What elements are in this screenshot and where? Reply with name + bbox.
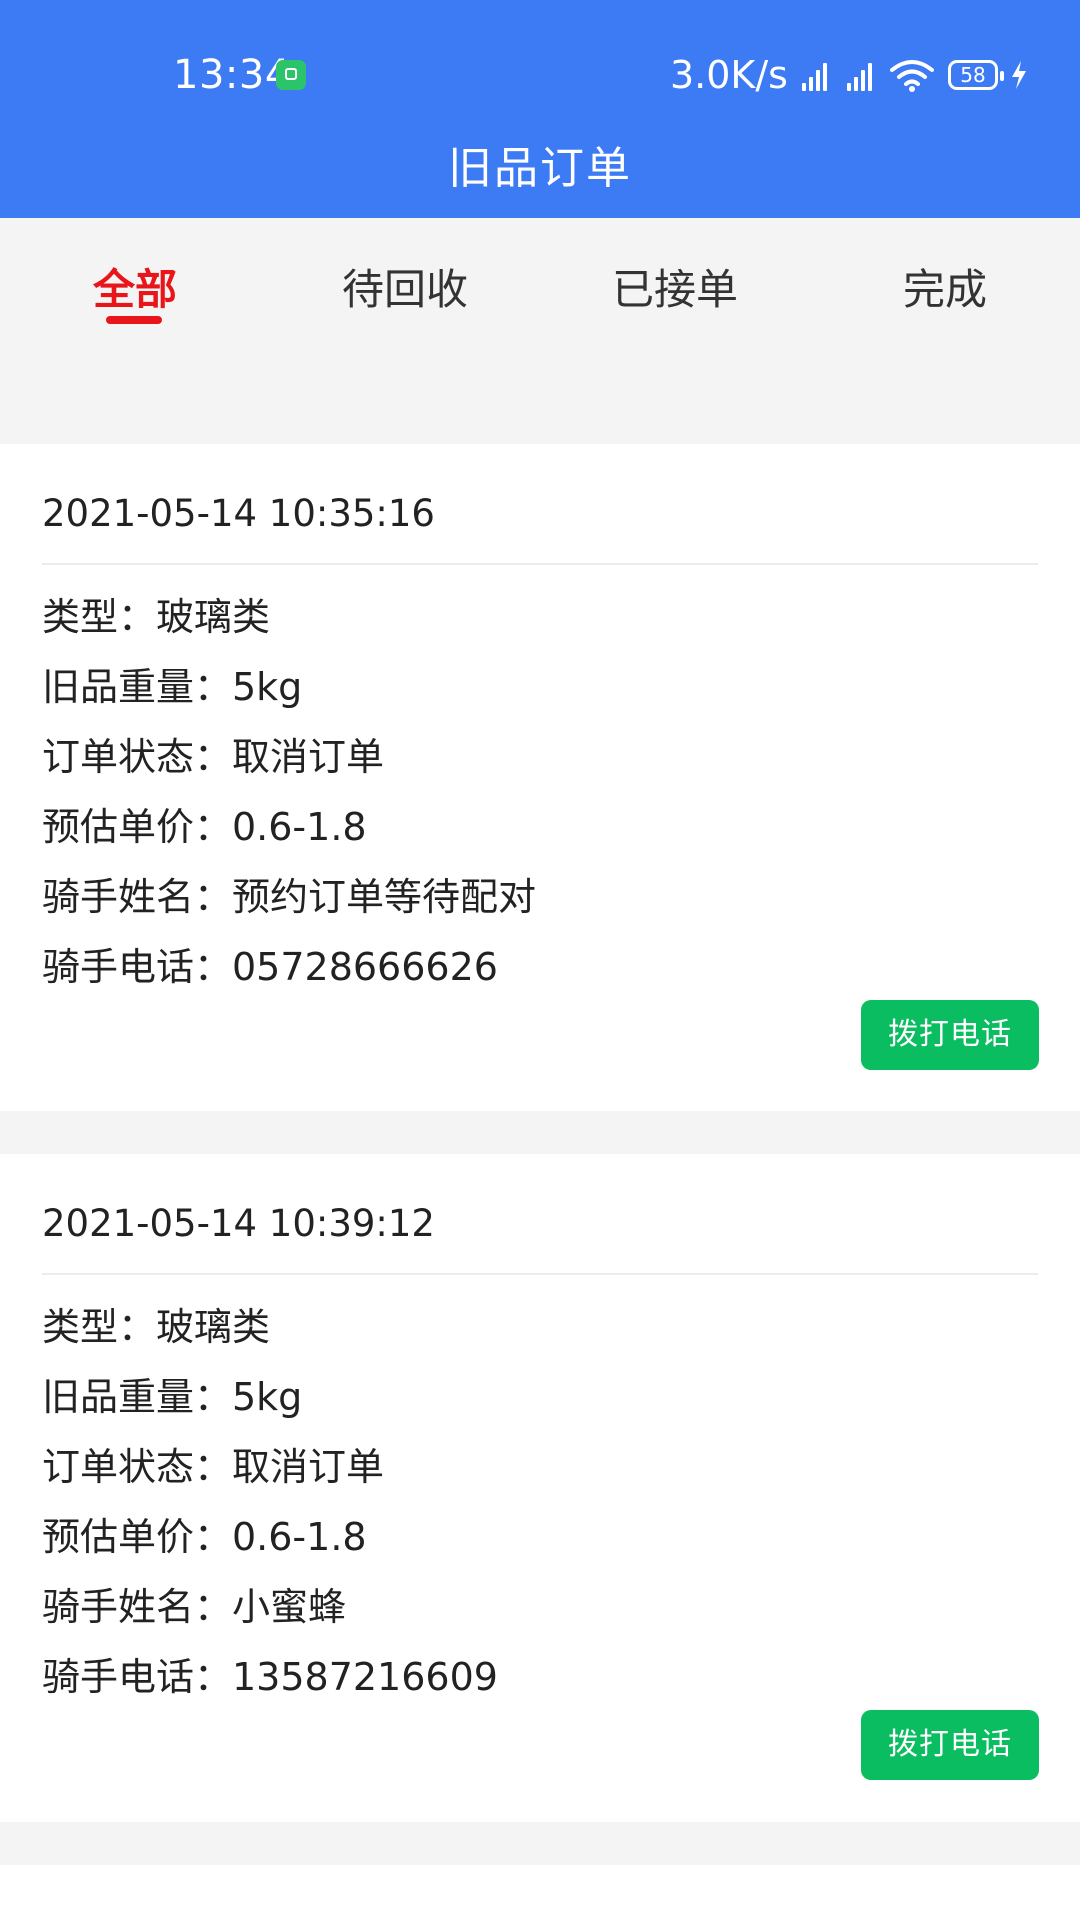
tab-accepted[interactable]: 已接单 xyxy=(540,256,810,317)
signal-icon xyxy=(801,59,827,91)
rider-name: 骑手姓名：小蜜蜂 xyxy=(42,1585,347,1629)
call-button[interactable]: 拨打电话 xyxy=(861,1710,1039,1780)
order-weight: 旧品重量：5kg xyxy=(42,665,303,709)
app-notification-icon xyxy=(276,60,306,90)
status-time: 13:34 xyxy=(173,52,291,98)
order-type: 类型：玻璃类 xyxy=(42,1305,271,1349)
order-card: 2021-05-14 10:35:16 类型：玻璃类 旧品重量：5kg 订单状态… xyxy=(0,444,1080,1111)
order-card xyxy=(0,1865,1080,1920)
app-header: 13:34 3.0K/s 58 旧品订单 xyxy=(0,0,1080,218)
order-card: 2021-05-14 10:39:12 类型：玻璃类 旧品重量：5kg 订单状态… xyxy=(0,1154,1080,1822)
tab-pending-recycle[interactable]: 待回收 xyxy=(270,256,540,317)
rider-phone: 骑手电话：05728666626 xyxy=(42,945,498,989)
tab-all[interactable]: 全部 xyxy=(0,256,270,317)
order-time: 2021-05-14 10:39:12 xyxy=(42,1202,435,1245)
network-speed: 3.0K/s xyxy=(670,53,788,97)
order-price: 预估单价：0.6-1.8 xyxy=(42,1515,367,1559)
wifi-icon xyxy=(889,60,934,92)
order-tabs: 全部 待回收 已接单 完成 xyxy=(0,218,1080,332)
order-type: 类型：玻璃类 xyxy=(42,595,271,639)
order-price: 预估单价：0.6-1.8 xyxy=(42,805,367,849)
charging-icon xyxy=(1011,61,1026,89)
tab-completed[interactable]: 完成 xyxy=(810,256,1080,317)
active-tab-indicator xyxy=(106,316,162,324)
card-divider xyxy=(42,1273,1038,1275)
call-button[interactable]: 拨打电话 xyxy=(861,1000,1039,1070)
battery-icon: 58 xyxy=(947,60,1004,90)
order-status: 订单状态：取消订单 xyxy=(42,1445,385,1489)
status-bar: 13:34 3.0K/s 58 xyxy=(0,0,1080,150)
card-divider xyxy=(42,563,1038,565)
rider-phone: 骑手电话：13587216609 xyxy=(42,1655,498,1699)
status-indicators: 3.0K/s 58 xyxy=(670,52,1028,98)
order-weight: 旧品重量：5kg xyxy=(42,1375,303,1419)
order-time: 2021-05-14 10:35:16 xyxy=(42,492,435,535)
page-title: 旧品订单 xyxy=(448,143,632,194)
order-status: 订单状态：取消订单 xyxy=(42,735,385,779)
rider-name: 骑手姓名：预约订单等待配对 xyxy=(42,875,537,919)
signal-icon xyxy=(846,59,872,91)
